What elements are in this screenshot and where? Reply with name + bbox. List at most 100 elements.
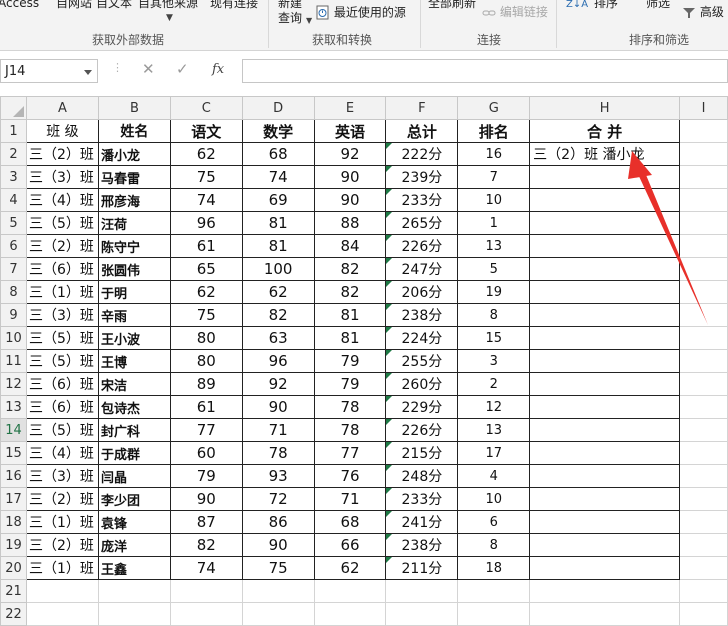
empty-cell[interactable] bbox=[25, 579, 99, 603]
english-cell[interactable]: 79 bbox=[313, 349, 387, 373]
rank-cell[interactable]: 17 bbox=[457, 441, 531, 465]
empty-cell[interactable] bbox=[679, 464, 728, 488]
empty-cell[interactable] bbox=[679, 142, 728, 166]
total-cell[interactable]: 265分 bbox=[385, 211, 459, 235]
class-cell[interactable]: 三（3）班 bbox=[25, 165, 99, 189]
math-cell[interactable]: 93 bbox=[241, 464, 315, 488]
merge-cell[interactable] bbox=[529, 188, 681, 212]
merge-cell[interactable] bbox=[529, 211, 681, 235]
math-cell[interactable]: 62 bbox=[241, 280, 315, 304]
name-cell[interactable]: 汪荷 bbox=[97, 211, 171, 235]
merge-cell[interactable] bbox=[529, 464, 681, 488]
name-cell[interactable]: 封广科 bbox=[97, 418, 171, 442]
total-cell[interactable]: 238分 bbox=[385, 533, 459, 557]
math-cell[interactable]: 68 bbox=[241, 142, 315, 166]
name-cell[interactable]: 邢彦海 bbox=[97, 188, 171, 212]
column-header[interactable]: B bbox=[97, 96, 171, 120]
class-cell[interactable]: 三（3）班 bbox=[25, 464, 99, 488]
english-cell[interactable]: 90 bbox=[313, 165, 387, 189]
math-cell[interactable]: 72 bbox=[241, 487, 315, 511]
rank-cell[interactable]: 16 bbox=[457, 142, 531, 166]
merge-cell[interactable] bbox=[529, 533, 681, 557]
chinese-cell[interactable]: 75 bbox=[169, 165, 243, 189]
empty-cell[interactable] bbox=[97, 602, 171, 626]
row-header[interactable]: 15 bbox=[0, 441, 27, 465]
class-cell[interactable]: 三（3）班 bbox=[25, 303, 99, 327]
empty-cell[interactable] bbox=[679, 441, 728, 465]
empty-cell[interactable] bbox=[169, 602, 243, 626]
math-cell[interactable]: 96 bbox=[241, 349, 315, 373]
row-header[interactable]: 13 bbox=[0, 395, 27, 419]
chevron-down-icon[interactable]: ▼ bbox=[166, 11, 173, 25]
chevron-down-icon[interactable]: ▼ bbox=[306, 14, 312, 28]
formula-input[interactable] bbox=[242, 59, 728, 83]
math-cell[interactable]: 86 bbox=[241, 510, 315, 534]
math-cell[interactable]: 90 bbox=[241, 395, 315, 419]
row-header[interactable]: 20 bbox=[0, 556, 27, 580]
empty-cell[interactable] bbox=[385, 602, 459, 626]
row-header[interactable]: 6 bbox=[0, 234, 27, 258]
empty-cell[interactable] bbox=[679, 487, 728, 511]
empty-cell[interactable] bbox=[457, 579, 531, 603]
rank-cell[interactable]: 4 bbox=[457, 464, 531, 488]
header-total[interactable]: 总计 bbox=[385, 119, 459, 143]
empty-cell[interactable] bbox=[679, 602, 728, 626]
chinese-cell[interactable]: 80 bbox=[169, 326, 243, 350]
class-cell[interactable]: 三（5）班 bbox=[25, 211, 99, 235]
class-cell[interactable]: 三（5）班 bbox=[25, 349, 99, 373]
empty-cell[interactable] bbox=[679, 418, 728, 442]
column-header[interactable]: E bbox=[313, 96, 387, 120]
total-cell[interactable]: 233分 bbox=[385, 188, 459, 212]
chinese-cell[interactable]: 61 bbox=[169, 395, 243, 419]
chinese-cell[interactable]: 61 bbox=[169, 234, 243, 258]
rank-cell[interactable]: 6 bbox=[457, 510, 531, 534]
math-cell[interactable]: 74 bbox=[241, 165, 315, 189]
header-rank[interactable]: 排名 bbox=[457, 119, 531, 143]
name-cell[interactable]: 李少团 bbox=[97, 487, 171, 511]
rank-cell[interactable]: 10 bbox=[457, 188, 531, 212]
empty-cell[interactable] bbox=[679, 326, 728, 350]
total-cell[interactable]: 222分 bbox=[385, 142, 459, 166]
new-query-label[interactable]: 查询 bbox=[278, 11, 302, 25]
merge-cell[interactable] bbox=[529, 556, 681, 580]
empty-cell[interactable] bbox=[679, 234, 728, 258]
class-cell[interactable]: 三（2）班 bbox=[25, 533, 99, 557]
english-cell[interactable]: 84 bbox=[313, 234, 387, 258]
class-cell[interactable]: 三（2）班 bbox=[25, 487, 99, 511]
row-header[interactable]: 19 bbox=[0, 533, 27, 557]
empty-cell[interactable] bbox=[457, 602, 531, 626]
class-cell[interactable]: 三（5）班 bbox=[25, 418, 99, 442]
row-header[interactable]: 22 bbox=[0, 602, 27, 626]
class-cell[interactable]: 三（1）班 bbox=[25, 510, 99, 534]
class-cell[interactable]: 三（6）班 bbox=[25, 257, 99, 281]
empty-cell[interactable] bbox=[679, 188, 728, 212]
rank-cell[interactable]: 2 bbox=[457, 372, 531, 396]
name-cell[interactable]: 马春雷 bbox=[97, 165, 171, 189]
recent-sources-button[interactable]: 最近使用的源 bbox=[316, 5, 406, 21]
empty-cell[interactable] bbox=[385, 579, 459, 603]
math-cell[interactable]: 81 bbox=[241, 234, 315, 258]
math-cell[interactable]: 92 bbox=[241, 372, 315, 396]
name-cell[interactable]: 于明 bbox=[97, 280, 171, 304]
empty-cell[interactable] bbox=[679, 579, 728, 603]
from-text-button[interactable]: 自文本 bbox=[96, 0, 132, 10]
name-cell[interactable]: 于成群 bbox=[97, 441, 171, 465]
column-header[interactable]: G bbox=[457, 96, 531, 120]
name-cell[interactable]: 潘小龙 bbox=[97, 142, 171, 166]
merge-cell[interactable] bbox=[529, 234, 681, 258]
class-cell[interactable]: 三（5）班 bbox=[25, 326, 99, 350]
column-header[interactable]: I bbox=[679, 96, 728, 120]
chinese-cell[interactable]: 62 bbox=[169, 142, 243, 166]
total-cell[interactable]: 215分 bbox=[385, 441, 459, 465]
rank-cell[interactable]: 10 bbox=[457, 487, 531, 511]
class-cell[interactable]: 三（6）班 bbox=[25, 395, 99, 419]
class-cell[interactable]: 三（2）班 bbox=[25, 234, 99, 258]
filter-button[interactable]: 筛选 bbox=[646, 0, 670, 10]
empty-cell[interactable] bbox=[679, 257, 728, 281]
total-cell[interactable]: 233分 bbox=[385, 487, 459, 511]
chinese-cell[interactable]: 62 bbox=[169, 280, 243, 304]
total-cell[interactable]: 229分 bbox=[385, 395, 459, 419]
name-cell[interactable]: 辛雨 bbox=[97, 303, 171, 327]
total-cell[interactable]: 255分 bbox=[385, 349, 459, 373]
total-cell[interactable]: 247分 bbox=[385, 257, 459, 281]
